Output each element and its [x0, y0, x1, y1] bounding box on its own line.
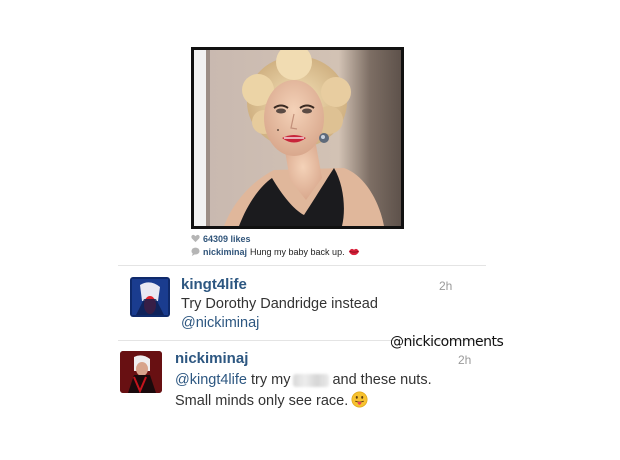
- caption-username[interactable]: nickiminaj: [203, 247, 247, 257]
- comment-timestamp: 2h: [439, 279, 453, 293]
- comment-timestamp: 2h: [458, 353, 472, 367]
- post-photo[interactable]: [191, 47, 404, 229]
- watermark: @nickicomments: [390, 334, 504, 350]
- speech-bubble-icon: [191, 247, 200, 256]
- likes-row: 64309 likes: [191, 232, 251, 245]
- comment-username[interactable]: nickiminaj: [175, 350, 248, 367]
- comment-username[interactable]: kingt4life: [181, 276, 247, 293]
- divider: [118, 265, 486, 266]
- avatar[interactable]: [120, 351, 162, 393]
- avatar[interactable]: [130, 277, 170, 317]
- portrait-painting-image: [194, 50, 401, 226]
- comment-text-line-1: @kingt4life try my and these nuts.: [175, 370, 432, 390]
- heart-icon: [191, 234, 200, 243]
- comment-text-line-1: Try Dorothy Dandridge instead: [181, 296, 378, 312]
- likes-count[interactable]: 64309 likes: [203, 234, 251, 244]
- comment-text-part: and these nuts.: [332, 372, 432, 388]
- kiss-lips-icon: [348, 248, 359, 256]
- comment-mention[interactable]: @nickiminaj: [181, 313, 259, 333]
- tongue-out-emoji-icon: [351, 391, 368, 408]
- comment-text-part: try my: [246, 372, 291, 388]
- comment-text-line-2: Small minds only see race.: [175, 391, 368, 411]
- caption-row: nickiminaj Hung my baby back up.: [191, 245, 360, 258]
- caption-text: Hung my baby back up.: [250, 246, 345, 257]
- comment-text-part: Small minds only see race.: [175, 393, 349, 409]
- censored-word: [293, 373, 330, 387]
- comment-mention[interactable]: @kingt4life: [175, 372, 247, 388]
- user-avatar-image: [120, 351, 162, 393]
- user-avatar-image: [130, 277, 170, 317]
